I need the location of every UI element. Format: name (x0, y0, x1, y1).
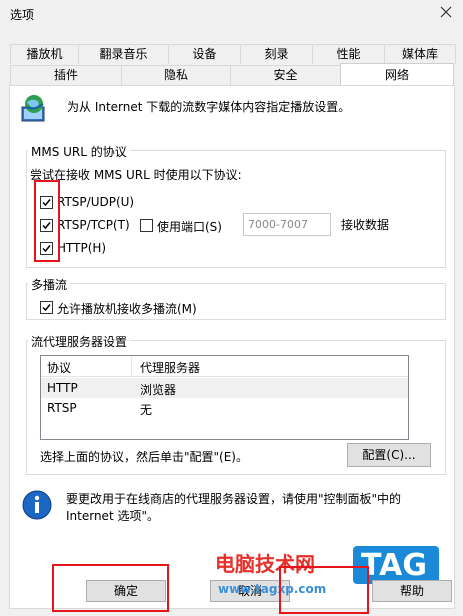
column-proxy[interactable]: 代理服务器 (140, 359, 200, 376)
tag-logo-text: TAG (361, 548, 427, 583)
intro-text: 为从 Internet 下载的流数字媒体内容指定播放设置。 (67, 100, 351, 114)
tab-privacy[interactable]: 隐私 (121, 65, 231, 85)
row-protocol: HTTP (47, 381, 78, 395)
multicast-legend: 多播流 (28, 276, 71, 293)
multicast-checkbox[interactable] (40, 301, 53, 314)
info-line-1: 要更改用于在线商店的代理服务器设置，请使用"控制面板"中的 (66, 492, 402, 506)
mms-prompt: 尝试在接收 MMS URL 时使用以下协议: (30, 168, 242, 182)
table-row[interactable]: RTSP 无 (41, 398, 408, 418)
network-globe-icon (18, 93, 50, 125)
rtsp-udp-label: RTSP/UDP(U) (57, 195, 135, 209)
highlight-box-ok (52, 564, 169, 612)
highlight-box-footer (279, 566, 369, 614)
configure-button[interactable]: 配置(C)... (347, 443, 431, 467)
row-proxy: 浏览器 (140, 383, 177, 397)
tab-library[interactable]: 媒体库 (384, 44, 456, 64)
tab-security[interactable]: 安全 (230, 65, 341, 85)
close-icon[interactable] (438, 4, 454, 20)
highlight-box-checkboxes (34, 180, 60, 262)
tab-plugins[interactable]: 插件 (10, 65, 122, 85)
window-title: 选项 (10, 8, 35, 22)
help-button[interactable]: 帮助 (372, 580, 452, 602)
row-protocol: RTSP (47, 401, 77, 415)
info-icon (22, 490, 52, 520)
use-port-label: 使用端口(S) (157, 220, 222, 234)
info-line-2: Internet 选项"。 (66, 509, 159, 523)
proxy-legend: 流代理服务器设置 (28, 333, 131, 350)
tab-network[interactable]: 网络 (340, 63, 454, 85)
tab-player[interactable]: 播放机 (10, 44, 79, 64)
http-label: HTTP(H) (57, 241, 107, 255)
port-range-input[interactable]: 7000-7007 (243, 213, 331, 236)
mms-legend: MMS URL 的协议 (28, 143, 130, 160)
row-proxy: 无 (140, 403, 153, 417)
proxy-list[interactable]: 协议 代理服务器 HTTP 浏览器 RTSP 无 (40, 355, 409, 440)
column-divider (131, 356, 132, 376)
tab-rip-music[interactable]: 翻录音乐 (78, 44, 169, 64)
proxy-list-header: 协议 代理服务器 (41, 356, 408, 377)
tab-row-2: 插件 隐私 安全 网络 (10, 63, 454, 85)
use-port-checkbox[interactable] (140, 219, 153, 232)
tab-burn[interactable]: 刻录 (240, 44, 313, 64)
column-protocol[interactable]: 协议 (47, 359, 71, 376)
table-row[interactable]: HTTP 浏览器 (41, 378, 408, 398)
tab-row-1: 播放机 翻录音乐 设备 刻录 性能 媒体库 (10, 44, 456, 64)
receive-data-label: 接收数据 (341, 218, 390, 232)
proxy-hint: 选择上面的协议，然后单击"配置"(E)。 (40, 450, 248, 464)
rtsp-tcp-label: RTSP/TCP(T) (57, 218, 130, 232)
tab-performance[interactable]: 性能 (312, 44, 385, 64)
tab-devices[interactable]: 设备 (168, 44, 241, 64)
multicast-label: 允许播放机接收多播流(M) (57, 302, 197, 316)
